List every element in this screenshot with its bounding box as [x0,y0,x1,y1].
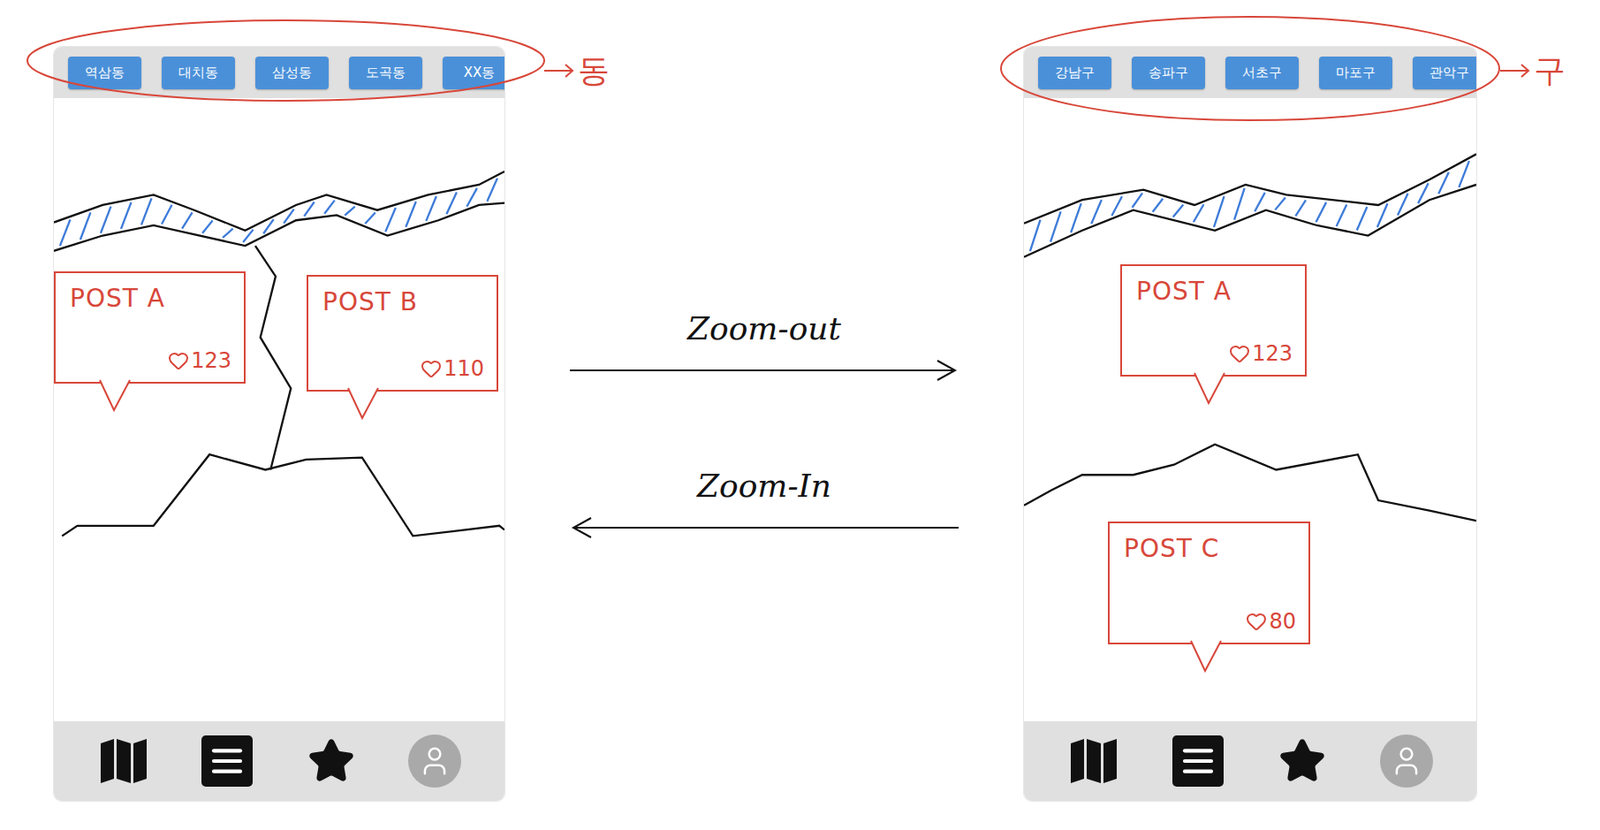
map-tab[interactable] [97,734,151,788]
post-title: POST C [1123,533,1297,563]
like-count: 123 [167,348,232,373]
map-icon [1069,737,1119,784]
transition: Zoom-In [569,466,959,541]
bottom-nav [53,720,505,801]
map-area[interactable]: POST A 123 POST C 80 [1023,98,1477,721]
boundary-line [61,454,505,536]
left-arrow-icon [569,514,959,541]
like-count: 123 [1228,341,1293,366]
river [53,171,505,251]
transition-label: Zoom-In [697,466,832,506]
region-tab[interactable]: 역삼동 [68,56,142,90]
region-bar: 강남구 송파구 서초구 마포구 관악구 [1023,46,1477,99]
heart-icon [1245,610,1267,632]
bubble-tail [348,387,380,420]
region-bar: 역삼동 대치동 삼성동 도곡동 XX동 [53,46,505,99]
heart-icon [1228,342,1251,364]
heart-icon [420,357,442,380]
star-icon [1278,736,1327,785]
map-icon [98,737,149,784]
list-tab[interactable] [200,734,254,788]
favorites-tab[interactable] [304,734,358,788]
list-tab[interactable] [1171,734,1225,788]
region-tab[interactable]: 마포구 [1319,56,1393,90]
highlight-ellipse [25,18,546,103]
profile-tab[interactable] [1380,734,1434,788]
favorites-tab[interactable] [1275,734,1329,788]
post-bubble[interactable]: POST B 110 [306,274,499,392]
post-bubble[interactable]: POST C 80 [1107,521,1311,645]
annotation-arrow-icon [544,61,575,80]
region-tab[interactable]: 삼성동 [255,56,329,90]
bubble-tail [1190,640,1223,673]
list-icon [201,735,253,787]
like-count: 110 [420,356,485,381]
post-bubble[interactable]: POST A 123 [1120,264,1307,377]
phone-screen: 강남구송파구서초구마포구관악구POST A123POST C80구 [1023,45,1478,802]
post-title: POST A [1136,276,1293,306]
transition-column: Zoom-out Zoom-In [505,45,1024,541]
bubble-tail [1194,372,1227,405]
post-title: POST B [322,287,485,317]
highlight-ellipse [999,15,1502,122]
boundary-line [1023,444,1477,521]
phone-frame: 역삼동 대치동 삼성동 도곡동 XX동 POST A 123 POST B 110 [53,45,506,802]
star-icon [307,736,356,785]
list-icon [1172,735,1224,787]
region-tab[interactable]: 도곡동 [348,56,423,90]
region-tab[interactable]: 서초구 [1225,56,1299,90]
post-title: POST A [69,283,232,313]
transition: Zoom-out [569,309,959,384]
boundary-line [255,245,291,470]
transition-label: Zoom-out [687,309,842,349]
like-count: 80 [1245,608,1297,634]
wireframe-page: 역삼동대치동삼성동도곡동XX동POST A123POST B110동Zoom-o… [0,0,1600,830]
phone-frame: 강남구 송파구 서초구 마포구 관악구 POST A 123 POST C 80 [1023,45,1478,802]
annotation-arrow-icon [1500,61,1531,80]
scale-annotation: 동 [544,51,610,90]
right-arrow-icon [569,356,959,384]
map-tab[interactable] [1067,734,1121,788]
region-tab[interactable]: 대치동 [161,56,236,90]
map-canvas[interactable] [53,98,505,721]
avatar-icon [408,734,462,788]
heart-icon [167,349,190,372]
map-area[interactable]: POST A 123 POST B 110 [53,98,505,721]
scale-annotation: 구 [1500,51,1566,90]
region-tab[interactable]: 강남구 [1038,56,1112,90]
region-tab[interactable]: 송파구 [1131,56,1206,90]
profile-tab[interactable] [408,734,462,788]
post-bubble[interactable]: POST A 123 [53,271,246,384]
region-tab[interactable]: 관악구 [1412,56,1477,90]
phone-screen: 역삼동대치동삼성동도곡동XX동POST A123POST B110동 [53,45,506,802]
bottom-nav [1023,720,1477,801]
avatar-icon [1380,734,1434,788]
region-tab[interactable]: XX동 [442,56,505,90]
bubble-tail [99,379,132,412]
river [1023,153,1477,257]
